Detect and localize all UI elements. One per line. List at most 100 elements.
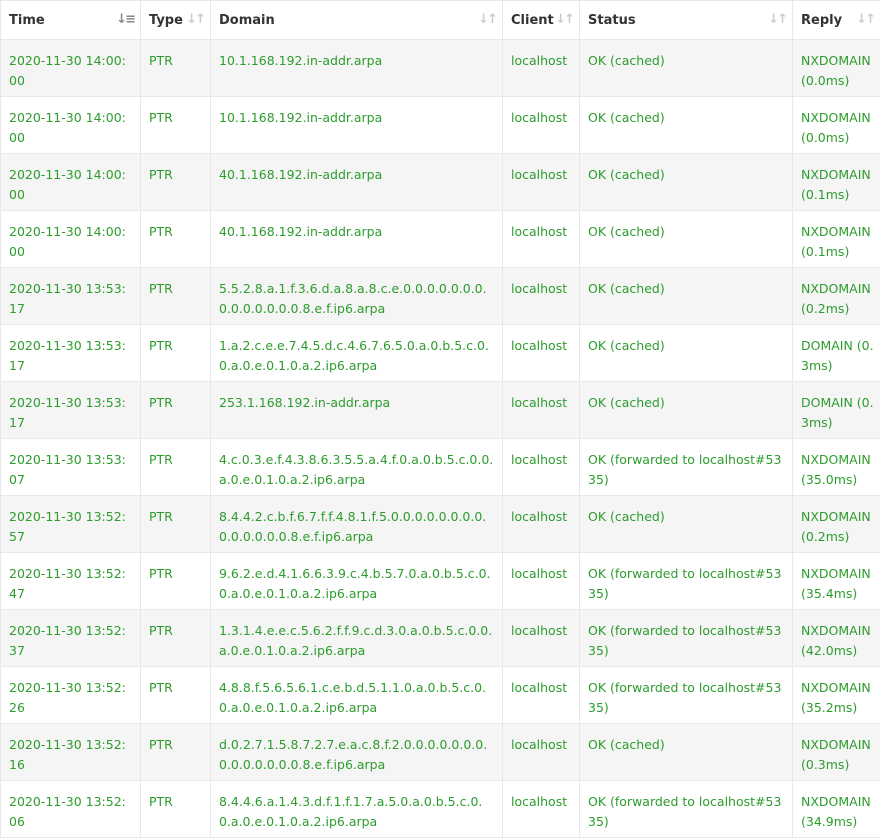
reply-cell: NXDOMAIN (42.0ms) — [792, 609, 880, 667]
table-row[interactable]: 2020-11-30 13:52:06 PTR 8.4.4.6.a.1.4.3.d.… — [0, 780, 880, 838]
reply-cell: NXDOMAIN (34.9ms) — [792, 780, 880, 838]
column-header-label: Type — [149, 12, 183, 28]
type-cell: PTR — [140, 210, 211, 268]
client-cell: localhost — [502, 666, 580, 724]
reply-cell: DOMAIN (0.3ms) — [792, 381, 880, 439]
type-cell: PTR — [140, 438, 211, 496]
reply-cell: NXDOMAIN (0.2ms) — [792, 495, 880, 553]
sort-icon[interactable]: ↓↑ — [856, 12, 876, 27]
table-row[interactable]: 2020-11-30 14:00:00 PTR 10.1.168.192.in-ad… — [0, 39, 880, 97]
column-header-label: Reply — [801, 12, 843, 28]
status-cell: OK (cached) — [579, 210, 793, 268]
time-cell: 2020-11-30 13:52:06 — [0, 780, 141, 838]
client-cell: localhost — [502, 552, 580, 610]
column-header-domain[interactable]: Domain ↓↑ — [210, 0, 503, 40]
table-row[interactable]: 2020-11-30 13:52:26 PTR 4.8.8.f.5.6.5.6.1.… — [0, 666, 880, 724]
table-row[interactable]: 2020-11-30 13:53:17 PTR 253.1.168.192.in-a… — [0, 381, 880, 439]
reply-cell: NXDOMAIN (0.0ms) — [792, 96, 880, 154]
type-cell: PTR — [140, 381, 211, 439]
domain-cell: 8.4.4.2.c.b.f.6.7.f.f.4.8.1.f.5.0.0.0.0.… — [210, 495, 503, 553]
reply-cell: NXDOMAIN (0.3ms) — [792, 723, 880, 781]
table-row[interactable]: 2020-11-30 13:52:37 PTR 1.3.1.4.e.e.c.5.6.… — [0, 609, 880, 667]
sort-icon[interactable]: ↓↑ — [555, 12, 575, 27]
client-cell: localhost — [502, 723, 580, 781]
reply-cell: NXDOMAIN (0.1ms) — [792, 210, 880, 268]
domain-cell: 10.1.168.192.in-addr.arpa — [210, 39, 503, 97]
type-cell: PTR — [140, 39, 211, 97]
sort-icon[interactable]: ↓↑ — [478, 12, 498, 27]
client-cell: localhost — [502, 267, 580, 325]
type-cell: PTR — [140, 153, 211, 211]
client-cell: localhost — [502, 609, 580, 667]
domain-cell: 1.3.1.4.e.e.c.5.6.2.f.f.9.c.d.3.0.a.0.b.… — [210, 609, 503, 667]
domain-cell: 40.1.168.192.in-addr.arpa — [210, 153, 503, 211]
status-cell: OK (cached) — [579, 39, 793, 97]
type-cell: PTR — [140, 324, 211, 382]
time-cell: 2020-11-30 14:00:00 — [0, 39, 141, 97]
reply-cell: NXDOMAIN (35.4ms) — [792, 552, 880, 610]
time-cell: 2020-11-30 14:00:00 — [0, 210, 141, 268]
client-cell: localhost — [502, 495, 580, 553]
domain-cell: 5.5.2.8.a.1.f.3.6.d.a.8.a.8.c.e.0.0.0.0.… — [210, 267, 503, 325]
time-cell: 2020-11-30 13:52:47 — [0, 552, 141, 610]
table-header-row: Time ↓≡ Type ↓↑ Domain ↓↑ Client ↓↑ Status ↓↑ Repl… — [0, 0, 880, 40]
table-row[interactable]: 2020-11-30 13:52:47 PTR 9.6.2.e.d.4.1.6.6.… — [0, 552, 880, 610]
client-cell: localhost — [502, 153, 580, 211]
column-header-label: Status — [588, 12, 636, 28]
status-cell: OK (forwarded to localhost#5335) — [579, 666, 793, 724]
table-row[interactable]: 2020-11-30 13:53:17 PTR 5.5.2.8.a.1.f.3.6.… — [0, 267, 880, 325]
client-cell: localhost — [502, 780, 580, 838]
status-cell: OK (forwarded to localhost#5335) — [579, 552, 793, 610]
time-cell: 2020-11-30 13:53:17 — [0, 381, 141, 439]
status-cell: OK (cached) — [579, 381, 793, 439]
status-cell: OK (cached) — [579, 153, 793, 211]
reply-cell: DOMAIN (0.3ms) — [792, 324, 880, 382]
table-row[interactable]: 2020-11-30 14:00:00 PTR 40.1.168.192.in-ad… — [0, 153, 880, 211]
table-body: 2020-11-30 14:00:00 PTR 10.1.168.192.in-ad… — [0, 39, 880, 838]
type-cell: PTR — [140, 495, 211, 553]
column-header-label: Time — [9, 12, 45, 28]
column-header-time[interactable]: Time ↓≡ — [0, 0, 141, 40]
column-header-type[interactable]: Type ↓↑ — [140, 0, 211, 40]
status-cell: OK (cached) — [579, 723, 793, 781]
query-log-table: Time ↓≡ Type ↓↑ Domain ↓↑ Client ↓↑ Status ↓↑ Repl… — [0, 0, 880, 838]
time-cell: 2020-11-30 13:52:57 — [0, 495, 141, 553]
table-row[interactable]: 2020-11-30 13:52:57 PTR 8.4.4.2.c.b.f.6.7.… — [0, 495, 880, 553]
sort-icon[interactable]: ↓↑ — [768, 12, 788, 27]
domain-cell: 4.c.0.3.e.f.4.3.8.6.3.5.5.a.4.f.0.a.0.b.… — [210, 438, 503, 496]
reply-cell: NXDOMAIN (0.1ms) — [792, 153, 880, 211]
status-cell: OK (forwarded to localhost#5335) — [579, 609, 793, 667]
reply-cell: NXDOMAIN (35.2ms) — [792, 666, 880, 724]
reply-cell: NXDOMAIN (0.0ms) — [792, 39, 880, 97]
column-header-status[interactable]: Status ↓↑ — [579, 0, 793, 40]
sort-icon[interactable]: ↓↑ — [186, 12, 206, 27]
client-cell: localhost — [502, 96, 580, 154]
status-cell: OK (forwarded to localhost#5335) — [579, 438, 793, 496]
domain-cell: d.0.2.7.1.5.8.7.2.7.e.a.c.8.f.2.0.0.0.0.… — [210, 723, 503, 781]
table-row[interactable]: 2020-11-30 14:00:00 PTR 10.1.168.192.in-ad… — [0, 96, 880, 154]
sort-desc-icon[interactable]: ↓≡ — [116, 12, 136, 27]
table-row[interactable]: 2020-11-30 14:00:00 PTR 40.1.168.192.in-ad… — [0, 210, 880, 268]
column-header-client[interactable]: Client ↓↑ — [502, 0, 580, 40]
column-header-reply[interactable]: Reply ↓↑ — [792, 0, 880, 40]
table-row[interactable]: 2020-11-30 13:53:17 PTR 1.a.2.c.e.e.7.4.5.… — [0, 324, 880, 382]
time-cell: 2020-11-30 13:53:07 — [0, 438, 141, 496]
time-cell: 2020-11-30 13:53:17 — [0, 267, 141, 325]
type-cell: PTR — [140, 552, 211, 610]
domain-cell: 10.1.168.192.in-addr.arpa — [210, 96, 503, 154]
client-cell: localhost — [502, 210, 580, 268]
domain-cell: 9.6.2.e.d.4.1.6.6.3.9.c.4.b.5.7.0.a.0.b.… — [210, 552, 503, 610]
status-cell: OK (cached) — [579, 324, 793, 382]
time-cell: 2020-11-30 13:53:17 — [0, 324, 141, 382]
table-row[interactable]: 2020-11-30 13:52:16 PTR d.0.2.7.1.5.8.7.2.… — [0, 723, 880, 781]
client-cell: localhost — [502, 381, 580, 439]
domain-cell: 8.4.4.6.a.1.4.3.d.f.1.f.1.7.a.5.0.a.0.b.… — [210, 780, 503, 838]
table-row[interactable]: 2020-11-30 13:53:07 PTR 4.c.0.3.e.f.4.3.8.… — [0, 438, 880, 496]
domain-cell: 40.1.168.192.in-addr.arpa — [210, 210, 503, 268]
reply-cell: NXDOMAIN (0.2ms) — [792, 267, 880, 325]
status-cell: OK (forwarded to localhost#5335) — [579, 780, 793, 838]
type-cell: PTR — [140, 267, 211, 325]
domain-cell: 1.a.2.c.e.e.7.4.5.d.c.4.6.7.6.5.0.a.0.b.… — [210, 324, 503, 382]
column-header-label: Client — [511, 12, 554, 28]
client-cell: localhost — [502, 324, 580, 382]
